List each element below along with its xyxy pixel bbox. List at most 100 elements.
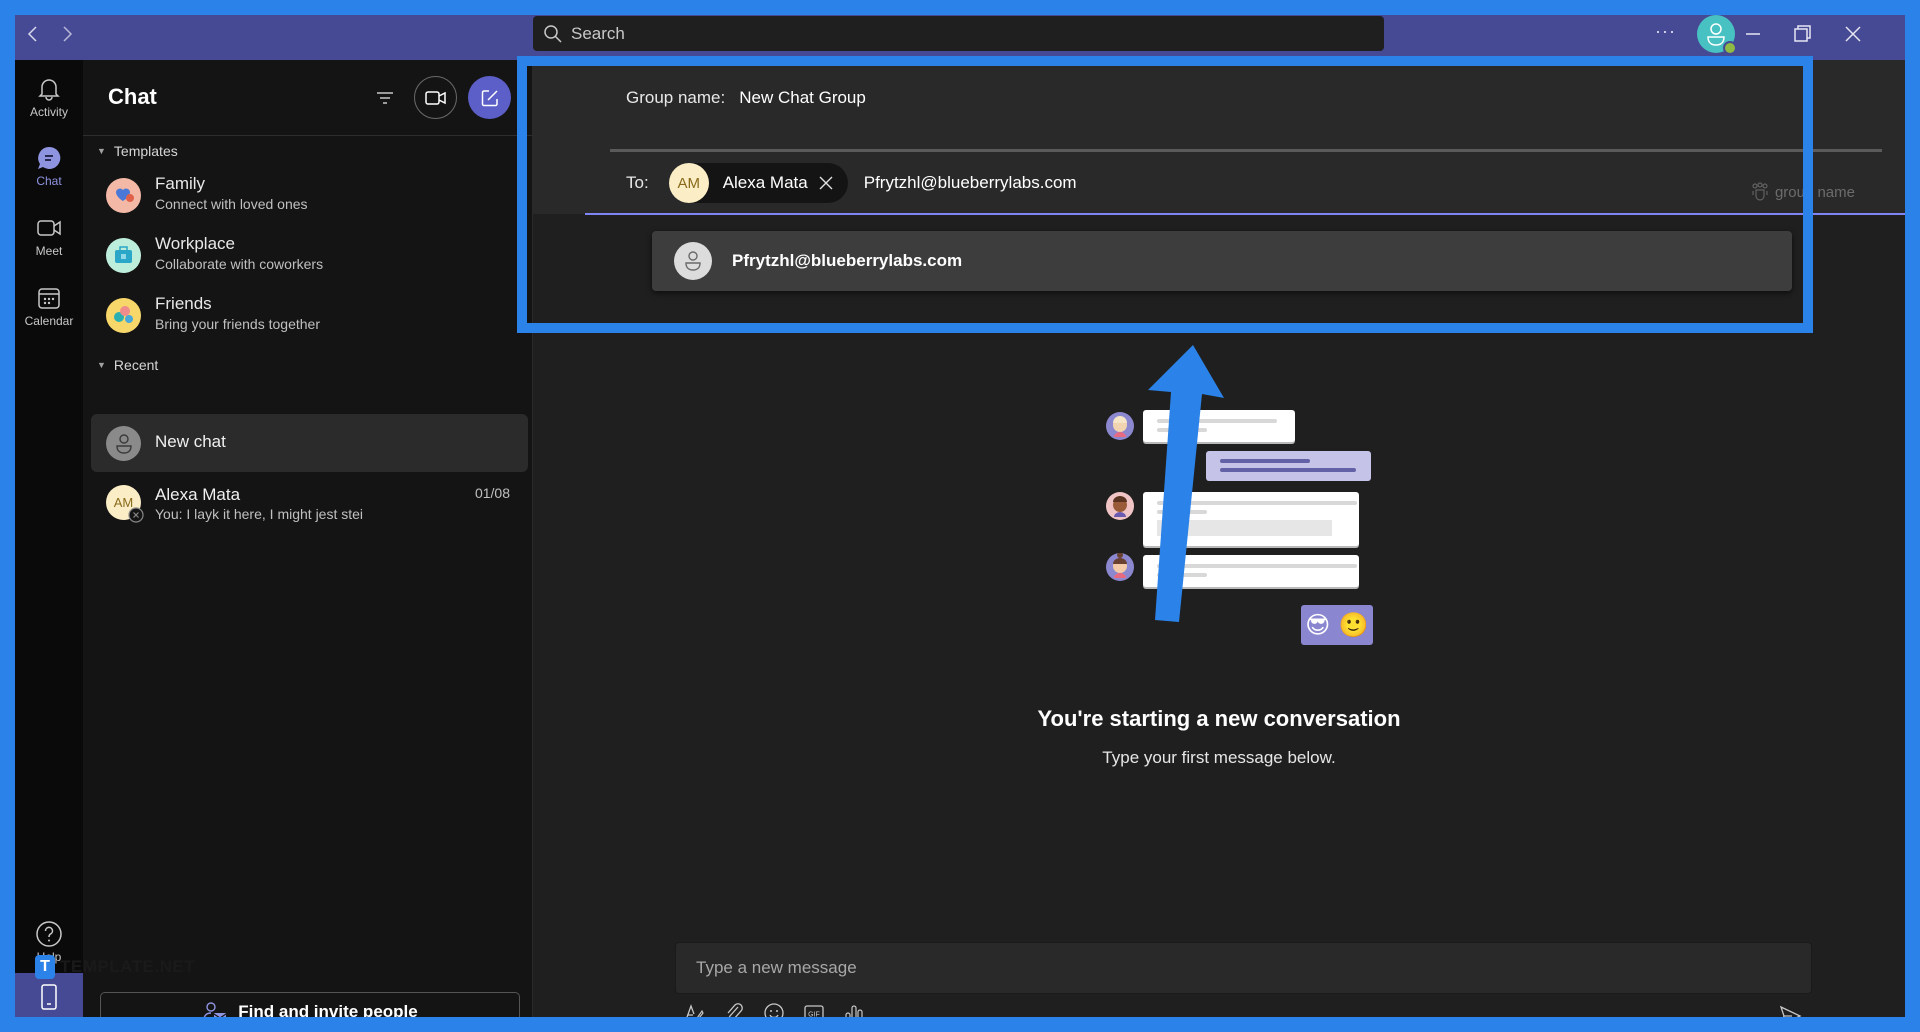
to-label: To: bbox=[626, 173, 649, 192]
rail-item-meet[interactable]: Meet bbox=[15, 214, 83, 258]
restore-button[interactable] bbox=[1783, 19, 1819, 49]
find-invite-people-button[interactable]: Find and invite people bbox=[100, 992, 520, 1017]
forward-button[interactable] bbox=[53, 23, 81, 51]
recipient-chip[interactable]: AM Alexa Mata bbox=[668, 163, 848, 203]
emoji-icon[interactable] bbox=[763, 1002, 785, 1017]
watermark-logo: T bbox=[35, 955, 55, 979]
back-button[interactable] bbox=[19, 23, 47, 51]
chat-bubble bbox=[1143, 492, 1359, 546]
watermark: T TEMPLATE.NET bbox=[35, 955, 195, 979]
recent-chat-alexa-mata[interactable]: AM Alexa Mata You: I layk it here, I mig… bbox=[91, 473, 528, 531]
bubble-line bbox=[1157, 428, 1207, 432]
to-row: To: AM Alexa Mata bbox=[626, 153, 1876, 213]
message-input[interactable] bbox=[696, 958, 1791, 978]
restore-icon bbox=[1794, 25, 1811, 42]
search-box[interactable] bbox=[533, 16, 1384, 51]
svg-text:GIF: GIF bbox=[808, 1012, 820, 1018]
bubble-line bbox=[1157, 501, 1357, 505]
rail-item-chat[interactable]: Chat bbox=[15, 144, 83, 188]
minimize-icon bbox=[1746, 33, 1760, 35]
rail-label: Chat bbox=[36, 174, 62, 188]
template-subtitle: Connect with loved ones bbox=[155, 196, 308, 212]
chat-name: Alexa Mata bbox=[155, 485, 241, 504]
add-group-name-button[interactable]: group name bbox=[1749, 182, 1855, 202]
to-field-focus-underline bbox=[585, 213, 1905, 215]
rail-item-activity[interactable]: Activity bbox=[15, 75, 83, 119]
filter-button[interactable] bbox=[373, 86, 397, 110]
chat-bubble bbox=[1206, 451, 1371, 481]
poll-icon[interactable] bbox=[843, 1002, 865, 1017]
message-compose-box[interactable] bbox=[675, 942, 1812, 994]
send-icon[interactable] bbox=[1778, 1004, 1802, 1017]
find-invite-label: Find and invite people bbox=[238, 1002, 418, 1017]
remove-recipient-icon[interactable] bbox=[818, 175, 834, 191]
templates-label: Templates bbox=[113, 143, 178, 159]
friends-template-icon bbox=[106, 298, 141, 333]
filter-icon bbox=[377, 92, 393, 104]
rail-label: Meet bbox=[35, 244, 63, 258]
smile-emoji: 🙂 bbox=[1338, 611, 1369, 639]
bubble-line bbox=[1157, 419, 1277, 423]
chat-list-panel: Chat ▼ Templates Family Connect with love… bbox=[83, 60, 533, 1017]
to-input[interactable] bbox=[863, 173, 1464, 193]
bubble-line bbox=[1157, 564, 1357, 568]
conversation-pane: Group name: To: AM Alexa Mata group name bbox=[533, 60, 1905, 1017]
watermark-text: TEMPLATE.NET bbox=[60, 957, 196, 976]
recipient-name: Alexa Mata bbox=[722, 173, 808, 192]
chat-name: New chat bbox=[155, 432, 226, 451]
help-icon bbox=[36, 921, 62, 947]
calendar-icon bbox=[38, 288, 60, 309]
meet-now-button[interactable] bbox=[414, 76, 457, 119]
attach-icon[interactable] bbox=[723, 1002, 745, 1017]
template-name: Friends bbox=[155, 294, 212, 313]
minimize-button[interactable] bbox=[1735, 19, 1771, 49]
suggestion-avatar bbox=[674, 242, 712, 280]
group-name-row: Group name: bbox=[626, 60, 1340, 135]
caret-down-icon: ▼ bbox=[97, 146, 106, 156]
caret-down-icon: ▼ bbox=[97, 360, 106, 370]
person-icon bbox=[115, 433, 132, 454]
bubble-line bbox=[1220, 468, 1356, 472]
search-input[interactable] bbox=[571, 23, 1351, 44]
video-icon bbox=[37, 220, 61, 236]
new-chat-button[interactable] bbox=[468, 76, 511, 119]
suggestion-item[interactable]: Pfrytzhl@blueberrylabs.com bbox=[652, 231, 1792, 291]
chat-bubble bbox=[1143, 555, 1359, 587]
recipient-avatar: AM bbox=[668, 163, 709, 203]
compose-icon bbox=[481, 89, 498, 106]
recent-section-toggle[interactable]: ▼ Recent bbox=[97, 357, 158, 373]
bubble-line bbox=[1157, 510, 1207, 514]
chat-panel-title: Chat bbox=[108, 84, 157, 109]
workplace-template-icon bbox=[106, 238, 141, 273]
emoji-bubble: 😎 🙂 bbox=[1301, 605, 1373, 645]
template-item-family[interactable]: Family Connect with loved ones bbox=[83, 168, 533, 224]
empty-state-title: You're starting a new conversation bbox=[1037, 706, 1401, 731]
teams-window: ··· Activity Chat Meet Calen bbox=[15, 15, 1905, 1017]
close-window-button[interactable] bbox=[1835, 19, 1871, 49]
person-icon bbox=[685, 251, 701, 271]
more-options-button[interactable]: ··· bbox=[1655, 21, 1676, 42]
template-item-workplace[interactable]: Workplace Collaborate with coworkers bbox=[83, 228, 533, 284]
avatar-face-1 bbox=[1106, 412, 1134, 440]
chat-panel-header: Chat bbox=[83, 60, 533, 136]
chat-date: 01/08 bbox=[474, 485, 510, 501]
template-item-friends[interactable]: Friends Bring your friends together bbox=[83, 288, 533, 344]
format-icon[interactable] bbox=[683, 1002, 705, 1017]
profile-avatar[interactable] bbox=[1697, 15, 1737, 55]
recent-chat-new-chat[interactable]: New chat bbox=[91, 414, 528, 472]
gif-icon[interactable]: GIF bbox=[803, 1002, 825, 1017]
family-template-icon bbox=[106, 178, 141, 213]
templates-section-toggle[interactable]: ▼ Templates bbox=[97, 143, 178, 159]
bubble-line bbox=[1157, 573, 1207, 577]
bell-icon bbox=[38, 79, 60, 101]
close-icon bbox=[1845, 26, 1861, 42]
new-chat-header: Group name: To: AM Alexa Mata group name bbox=[533, 60, 1905, 215]
rail-item-calendar[interactable]: Calendar bbox=[15, 284, 83, 328]
suggestion-email: Pfrytzhl@blueberrylabs.com bbox=[732, 251, 963, 270]
video-icon bbox=[424, 90, 446, 105]
offline-status-icon bbox=[128, 507, 144, 523]
title-bar: ··· bbox=[15, 15, 1905, 60]
invite-person-icon bbox=[204, 1002, 227, 1017]
group-name-input[interactable] bbox=[739, 87, 1340, 108]
mobile-app-button[interactable] bbox=[15, 973, 83, 1017]
